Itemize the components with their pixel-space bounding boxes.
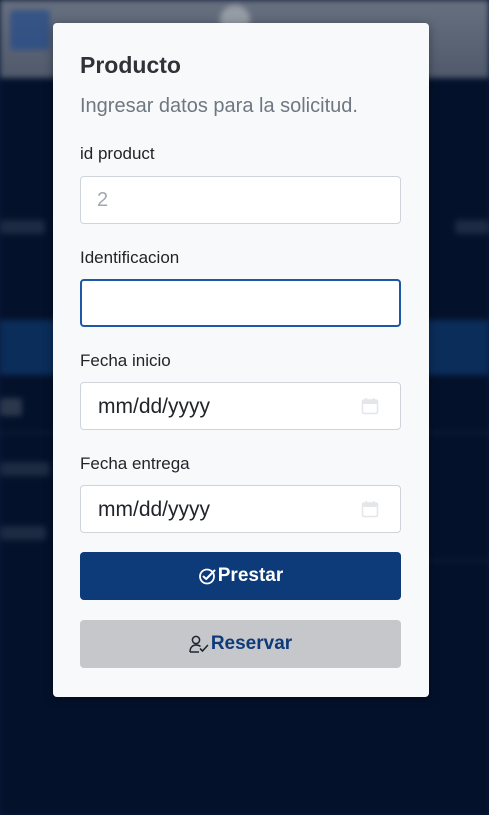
fecha-entrega-label: Fecha entrega [80,454,190,473]
product-modal: Producto Ingresar datos para la solicitu… [53,23,429,697]
identificacion-input[interactable] [80,279,401,327]
calendar-icon[interactable] [361,500,379,518]
fecha-entrega-date-text: mm/dd/yyyy [98,498,211,521]
fecha-inicio-label: Fecha inicio [80,351,171,370]
fecha-entrega-date-input[interactable]: mm/dd/yyyy [80,485,401,533]
modal-title: Producto [80,52,181,78]
reservar-button-label: Reservar [210,633,293,654]
fecha-inicio-date-input[interactable]: mm/dd/yyyy [80,382,401,430]
check-badge-icon [198,568,216,585]
identificacion-label: Identificacion [80,248,180,267]
prestar-button[interactable]: Prestar [80,552,401,600]
id-product-label: id product [80,144,155,163]
prestar-button-label: Prestar [217,565,284,586]
reservar-button[interactable]: Reservar [80,620,401,668]
user-check-icon [189,635,209,653]
id-product-input[interactable] [80,176,401,224]
calendar-icon[interactable] [361,397,379,415]
fecha-inicio-date-text: mm/dd/yyyy [98,395,211,418]
modal-subtitle: Ingresar datos para la solicitud. [80,95,358,117]
